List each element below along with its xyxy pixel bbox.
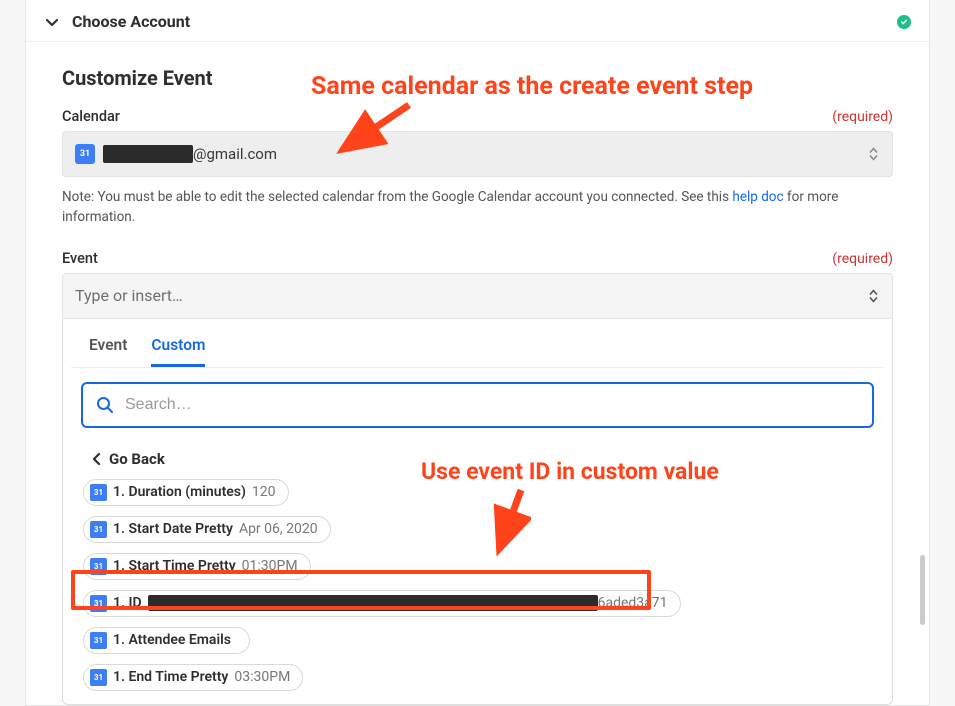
chip-name: 1. Duration (minutes) [113, 484, 246, 500]
section-heading: Customize Event [62, 66, 893, 90]
chip-item[interactable]: 31 1. Start Time Pretty 01:30PM [83, 553, 311, 580]
calendar-value: @gmail.com [103, 145, 277, 163]
event-select[interactable]: Type or insert… [62, 273, 893, 319]
chip-item[interactable]: 31 1. End Time Pretty 03:30PM [83, 664, 303, 691]
tab-event[interactable]: Event [89, 336, 127, 367]
chip-name: 1. Attendee Emails [113, 632, 231, 648]
tab-custom[interactable]: Custom [151, 336, 205, 367]
chip-item[interactable]: 31 1. Attendee Emails [83, 627, 250, 654]
email-suffix: @gmail.com [193, 145, 277, 163]
chip-name: 1. Start Time Pretty [113, 558, 236, 574]
search-input[interactable] [125, 396, 860, 414]
chevron-left-icon [91, 452, 101, 466]
calendar-icon: 31 [90, 484, 107, 501]
scrollbar-thumb[interactable] [920, 555, 925, 625]
choose-account-header[interactable]: Choose Account [26, 0, 929, 42]
calendar-icon: 31 [90, 558, 107, 575]
calendar-icon: 31 [90, 669, 107, 686]
select-arrows-icon [869, 289, 878, 302]
customize-event-section: Customize Event Calendar (required) 31 @… [26, 42, 929, 705]
chip-value: 120 [252, 484, 276, 500]
chip-list: 31 1. Duration (minutes) 120 31 1. Start Dat… [63, 474, 892, 696]
chip-name: 1. ID [113, 595, 142, 611]
help-doc-link[interactable]: help doc [732, 189, 783, 205]
section-title: Choose Account [72, 12, 897, 31]
event-label: Event [62, 250, 98, 267]
go-back-label: Go Back [109, 450, 165, 468]
chip-value: Apr 06, 2020 [239, 521, 318, 537]
select-arrows-icon [869, 148, 878, 161]
panel: Choose Account Customize Event Calendar … [25, 0, 930, 706]
search-icon [95, 395, 115, 415]
chip-value: 6aded3a71 [598, 595, 668, 611]
redacted-name [103, 145, 193, 163]
event-field-row: Event (required) [62, 250, 893, 267]
calendar-icon: 31 [90, 521, 107, 538]
search-wrap [63, 368, 892, 438]
calendar-icon: 31 [90, 632, 107, 649]
chevron-down-icon [44, 14, 60, 30]
calendar-note: Note: You must be able to edit the selec… [62, 187, 893, 228]
chip-value: 03:30PM [234, 669, 290, 685]
chip-name: 1. End Time Pretty [113, 669, 228, 685]
calendar-label: Calendar [62, 108, 120, 125]
chip-item[interactable]: 31 1. ID 6aded3a71 [83, 590, 681, 617]
go-back-button[interactable]: Go Back [63, 438, 892, 474]
calendar-icon: 31 [90, 595, 107, 612]
required-badge: (required) [832, 251, 893, 267]
search-box[interactable] [81, 382, 874, 428]
calendar-select[interactable]: 31 @gmail.com [62, 131, 893, 177]
calendar-field-row: Calendar (required) [62, 108, 893, 125]
status-complete-icon [897, 15, 911, 29]
calendar-icon: 31 [75, 144, 95, 164]
required-badge: (required) [832, 109, 893, 125]
event-dropdown-panel: Event Custom Go Back 31 1. Duration (minu… [62, 317, 893, 705]
dropdown-tabs: Event Custom [71, 318, 884, 368]
chip-value: 01:30PM [242, 558, 298, 574]
chip-name: 1. Start Date Pretty [113, 521, 233, 537]
redacted-value [148, 595, 598, 611]
chip-item[interactable]: 31 1. Duration (minutes) 120 [83, 479, 289, 506]
event-placeholder: Type or insert… [75, 286, 183, 305]
chip-item[interactable]: 31 1. Start Date Pretty Apr 06, 2020 [83, 516, 331, 543]
